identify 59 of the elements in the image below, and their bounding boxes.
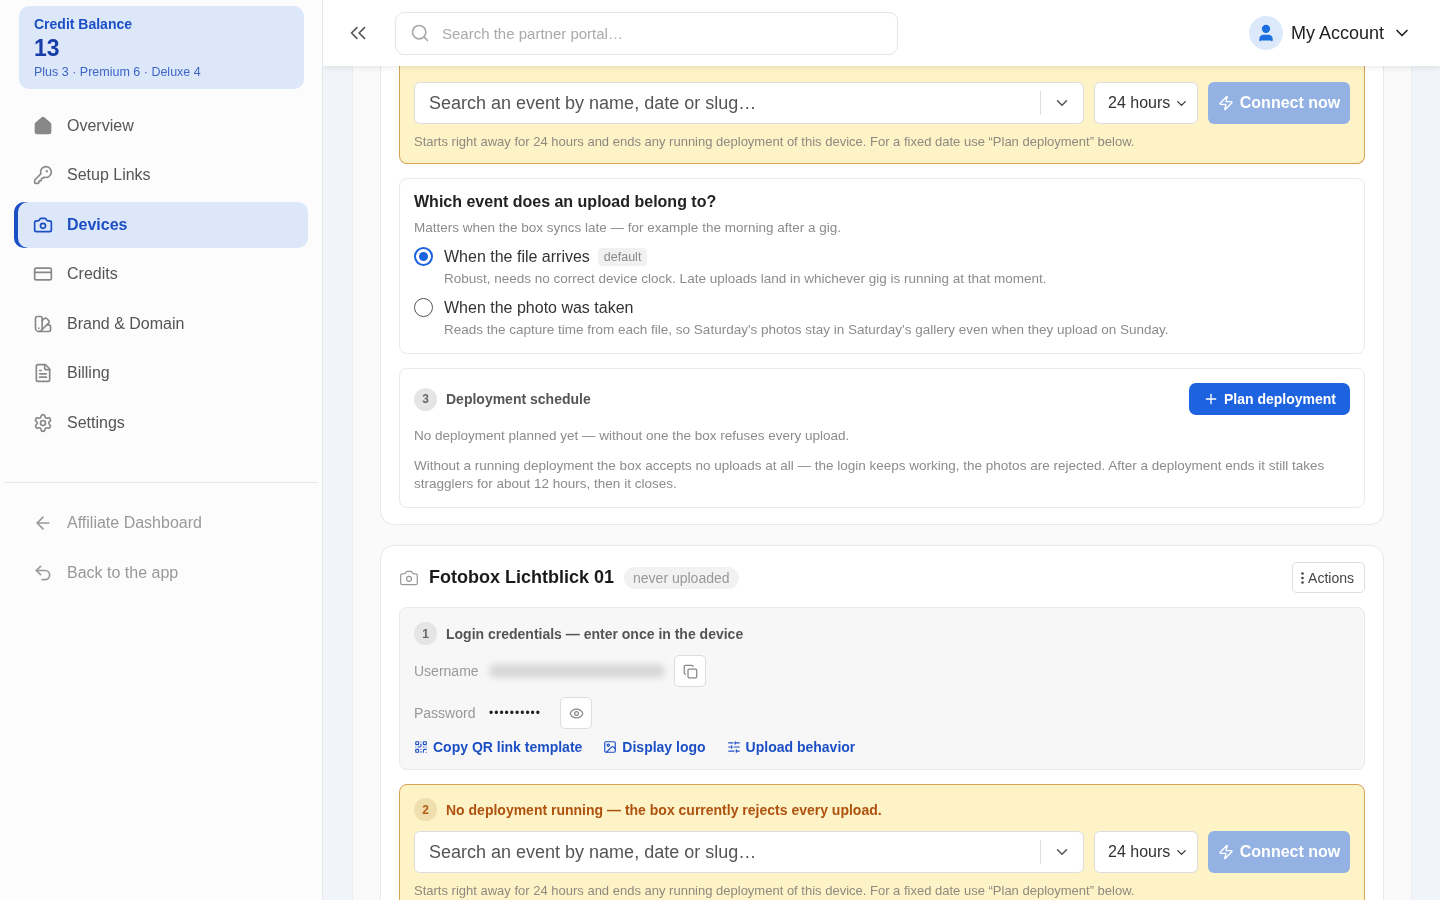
undo-icon [33,562,53,583]
device-link[interactable]: Copy QR link template [414,739,583,755]
portal-search-field[interactable]: Search the partner portal… [440,23,883,43]
key-icon [33,165,53,186]
credit-balance-value: 13 [34,35,61,62]
option-description: Robust, needs no correct device clock. Late uploads land in whichever gig is running at that moment. [444,270,1048,288]
panel-subtitle: Matters when the box syncs late — for example the morning after a gig. [414,219,842,237]
panel-title: Deployment schedule [446,391,591,407]
more-icon [1301,571,1305,584]
nav-item[interactable]: Credits [14,251,308,297]
nav-item[interactable]: Overview [14,103,308,149]
device-name: Fotobox Lichtblick 01 [429,567,615,588]
radio-button[interactable] [414,247,433,266]
portal-search-box[interactable]: Search the partner portal… [395,11,898,55]
nav-item[interactable]: Settings [14,400,308,446]
credit-balance-label: Credit Balance [34,16,134,32]
device-link[interactable]: Display logo [603,739,706,755]
show-password-button[interactable] [560,697,592,729]
account-menu[interactable]: My Account [1242,15,1418,51]
copy-button[interactable] [674,655,706,687]
home-icon [33,115,53,136]
plan-deployment-button[interactable]: Plan deployment [1188,383,1350,415]
nav-item[interactable]: Billing [14,350,308,396]
option-label: When the photo was taken [444,298,634,317]
step-number: 3 [414,387,437,411]
sliders-icon [726,740,741,754]
step-number: 1 [414,622,437,645]
option-label: When the file arrives [444,247,590,266]
warning-title: No deployment running — the box currently rejects every upload. [446,801,882,818]
password-label: Password [414,705,477,721]
lightning-icon [1217,95,1234,111]
avatar [1248,16,1283,50]
search-icon [410,23,430,43]
deployment-hint: Starts right away for 24 hours and ends any running deployment of this device. For a fixed date use “Plan deployment” below. [414,883,1136,898]
option-description: Reads the capture time from each file, so Saturday's photos stay in Saturday's gallery even when they upload on Sunday. [444,321,1170,339]
password-value: •••••••••• [489,706,542,720]
step-number: 2 [414,798,437,821]
swatch-icon [33,313,53,334]
nav-item[interactable]: Brand & Domain [14,301,308,347]
nav-item[interactable]: Devices [14,202,308,248]
panel-title: Login credentials — enter once in the device [446,625,744,642]
image-icon [603,740,618,754]
schedule-note: Without a running deployment the box accepts no uploads at all — the login keeps working, the photos are rejected. After a deployment ends it still takes stragglers for about 12 hours, then it closes. [414,457,1326,493]
deployment-hint: Starts right away for 24 hours and ends any running deployment of this device. For a fixed date use “Plan deployment” below. [414,134,1136,149]
panel-title: Which event does an upload belong to? [414,193,718,211]
schedule-empty-text: No deployment planned yet — without one the box refuses every upload. [414,427,851,445]
settings-icon [33,412,53,433]
actions-button[interactable]: Actions [1292,562,1365,593]
username-label: Username [414,663,480,679]
default-tag: default [597,247,648,266]
eye-icon [568,705,584,721]
qr-code-icon [414,740,428,754]
device-link[interactable]: Upload behavior [726,739,856,755]
nav-item[interactable]: Setup Links [14,152,308,198]
status-pill: never uploaded [624,566,739,589]
credit-breakdown: Plus 3 · Premium 6 · Deluxe 4 [34,65,202,79]
lightning-icon [1217,844,1234,860]
copy-icon [682,663,698,679]
document-icon [33,363,53,384]
